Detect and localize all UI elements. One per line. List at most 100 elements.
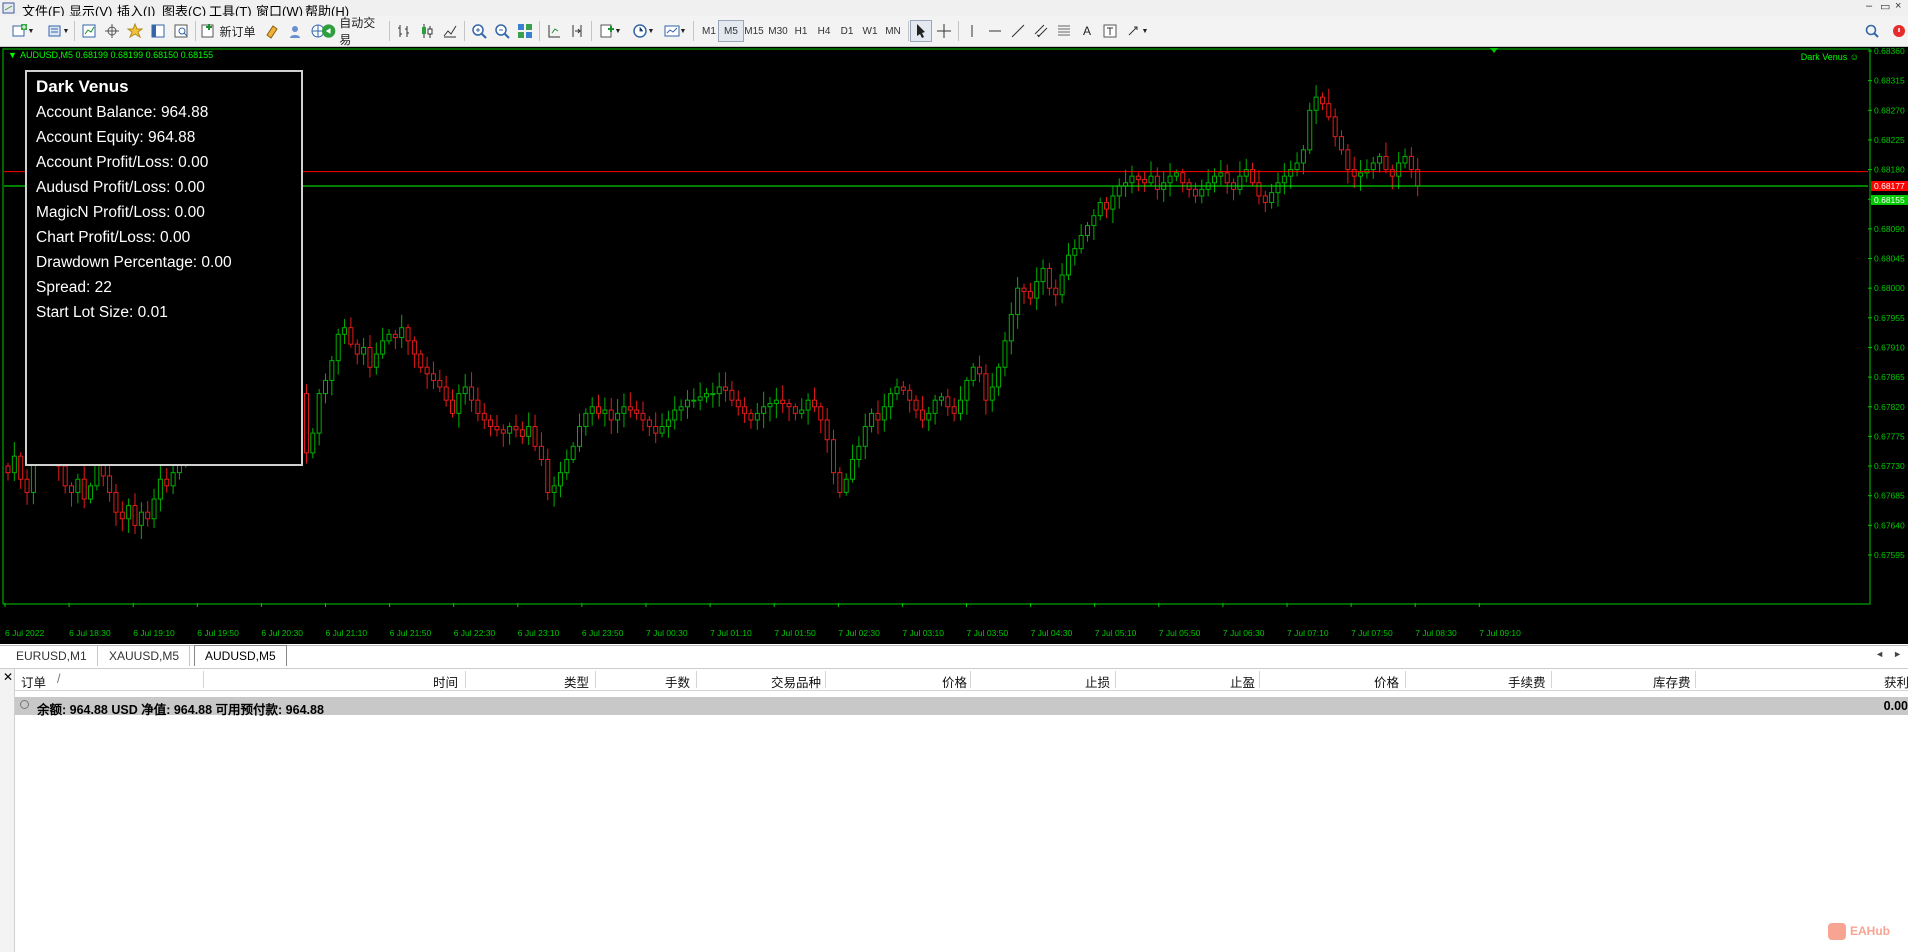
x-tick-label: 6 Jul 23:10 — [518, 628, 560, 638]
tab-audusd-m5[interactable]: AUDUSD,M5 — [194, 645, 287, 666]
candle — [875, 400, 881, 435]
col-volume[interactable]: 手数 — [665, 672, 690, 691]
tab-eurusd-m1[interactable]: EURUSD,M1 — [6, 646, 98, 666]
ea-info-panel: Dark Venus Account Balance: 964.88 Accou… — [25, 70, 303, 466]
zoom-in-icon[interactable] — [468, 20, 490, 42]
candle — [951, 397, 957, 422]
col-symbol[interactable]: 交易品种 — [771, 672, 821, 691]
ea-name-label[interactable]: Dark Venus ☺ — [1801, 52, 1859, 62]
new-order-button[interactable]: 新订单 — [199, 20, 257, 42]
y-tick-label: 0.68360 — [1874, 47, 1905, 56]
candle — [1046, 263, 1052, 296]
search-icon[interactable] — [1861, 20, 1883, 42]
close-icon[interactable]: × — [1895, 0, 1901, 12]
timeframe-mn[interactable]: MN — [880, 20, 906, 42]
candle — [488, 414, 494, 437]
terminal-icon[interactable] — [147, 20, 169, 42]
candle — [970, 362, 976, 387]
timeframe-m15[interactable]: M15 — [741, 20, 767, 42]
trendline-icon[interactable] — [1007, 20, 1029, 42]
bar-chart-icon[interactable] — [393, 20, 415, 42]
notification-icon[interactable] — [1886, 20, 1908, 42]
zoom-out-icon[interactable] — [491, 20, 513, 42]
candle — [132, 493, 138, 535]
vertical-line-icon[interactable] — [961, 20, 983, 42]
candle — [1123, 169, 1129, 197]
text-tool[interactable]: A — [1076, 20, 1098, 42]
arrows-icon[interactable]: ▼ — [1122, 20, 1152, 42]
candle — [735, 390, 741, 416]
candle — [557, 461, 563, 498]
balance-summary-row[interactable]: 余额: 964.88 USD 净值: 964.88 可用预付款: 964.88 … — [15, 697, 1908, 717]
restore-icon[interactable]: ▭ — [1880, 0, 1890, 13]
minimize-icon[interactable]: – — [1866, 0, 1872, 12]
candle — [919, 395, 925, 429]
x-tick-label: 7 Jul 03:50 — [967, 628, 1009, 638]
line-chart-icon[interactable] — [439, 20, 461, 42]
col-order[interactable]: 订单 — [21, 672, 46, 691]
shift-marker-icon[interactable] — [1490, 48, 1498, 53]
audusd-profit-row: Audusd Profit/Loss: 0.00 — [36, 179, 205, 196]
sort-icon[interactable]: / — [57, 672, 60, 686]
fibonacci-icon[interactable] — [1053, 20, 1075, 42]
candle — [316, 388, 322, 446]
navigator-icon[interactable] — [124, 20, 146, 42]
auto-scroll-icon[interactable] — [543, 20, 565, 42]
candle — [659, 413, 665, 438]
auto-trading-button[interactable]: 自动交易 — [321, 16, 385, 47]
horizontal-line-icon[interactable] — [984, 20, 1006, 42]
candle — [500, 424, 506, 447]
candle — [1034, 267, 1040, 310]
equidistant-channel-icon[interactable] — [1030, 20, 1052, 42]
col-type[interactable]: 类型 — [564, 672, 589, 691]
x-tick-label: 6 Jul 18:30 — [69, 628, 111, 638]
collapse-arrow-icon[interactable]: ▼ — [8, 50, 17, 60]
col-time[interactable]: 时间 — [433, 672, 458, 691]
cursor-icon[interactable] — [910, 20, 932, 42]
profiles-icon[interactable]: ▼ — [46, 20, 70, 42]
tile-windows-icon[interactable] — [514, 20, 536, 42]
col-profit[interactable]: 获利 — [1884, 672, 1908, 691]
templates-icon[interactable]: ▼ — [660, 20, 690, 42]
candle — [945, 388, 951, 416]
candle — [494, 415, 500, 437]
col-swap[interactable]: 库存费 — [1653, 672, 1691, 691]
y-tick-label: 0.68315 — [1874, 76, 1905, 86]
candle — [157, 465, 163, 512]
candlesticks-icon[interactable] — [416, 20, 438, 42]
data-window-icon[interactable] — [101, 20, 123, 42]
candle — [615, 399, 621, 434]
chart-shift-icon[interactable] — [566, 20, 588, 42]
candle — [81, 466, 87, 509]
candle — [1040, 259, 1046, 295]
scroll-left-icon[interactable]: ◄ — [1875, 649, 1884, 659]
col-commission[interactable]: 手续费 — [1508, 672, 1546, 691]
strategy-tester-icon[interactable] — [170, 20, 192, 42]
tab-xauusd-m5[interactable]: XAUUSD,M5 — [99, 646, 191, 666]
x-tick-label: 7 Jul 06:30 — [1223, 628, 1265, 638]
candle — [1231, 178, 1237, 201]
new-chart-icon[interactable]: ▼ — [8, 20, 38, 42]
scroll-right-icon[interactable]: ► — [1893, 649, 1902, 659]
candle — [24, 469, 30, 505]
market-watch-icon[interactable] — [78, 20, 100, 42]
text-label-icon[interactable] — [1099, 20, 1121, 42]
candle — [475, 387, 481, 422]
x-tick-label: 7 Jul 07:10 — [1287, 628, 1329, 638]
signals-icon[interactable] — [284, 20, 306, 42]
col-stop-loss[interactable]: 止损 — [1085, 672, 1110, 691]
candle — [1345, 144, 1351, 184]
terminal-close-icon[interactable]: ✕ — [3, 670, 13, 684]
candle — [799, 398, 805, 419]
col-take-profit[interactable]: 止盈 — [1230, 672, 1255, 691]
terminal-panel: ✕ 订单 / 时间 类型 手数 交易品种 价格 止损 止盈 价格 手续费 库存费… — [0, 668, 1908, 952]
col-price[interactable]: 价格 — [942, 672, 967, 691]
x-tick-label: 7 Jul 01:50 — [774, 628, 816, 638]
indicators-icon[interactable]: ▼ — [595, 20, 625, 42]
chart-window[interactable]: 0.68360 0.68315 0.68270 0.68225 0.68180 0.681… — [0, 47, 1908, 644]
periods-icon[interactable]: ▼ — [628, 20, 658, 42]
col-current-price[interactable]: 价格 — [1374, 672, 1399, 691]
metaeditor-icon[interactable] — [261, 20, 283, 42]
crosshair-icon[interactable] — [933, 20, 955, 42]
watermark-text: EAHub — [1850, 924, 1890, 938]
